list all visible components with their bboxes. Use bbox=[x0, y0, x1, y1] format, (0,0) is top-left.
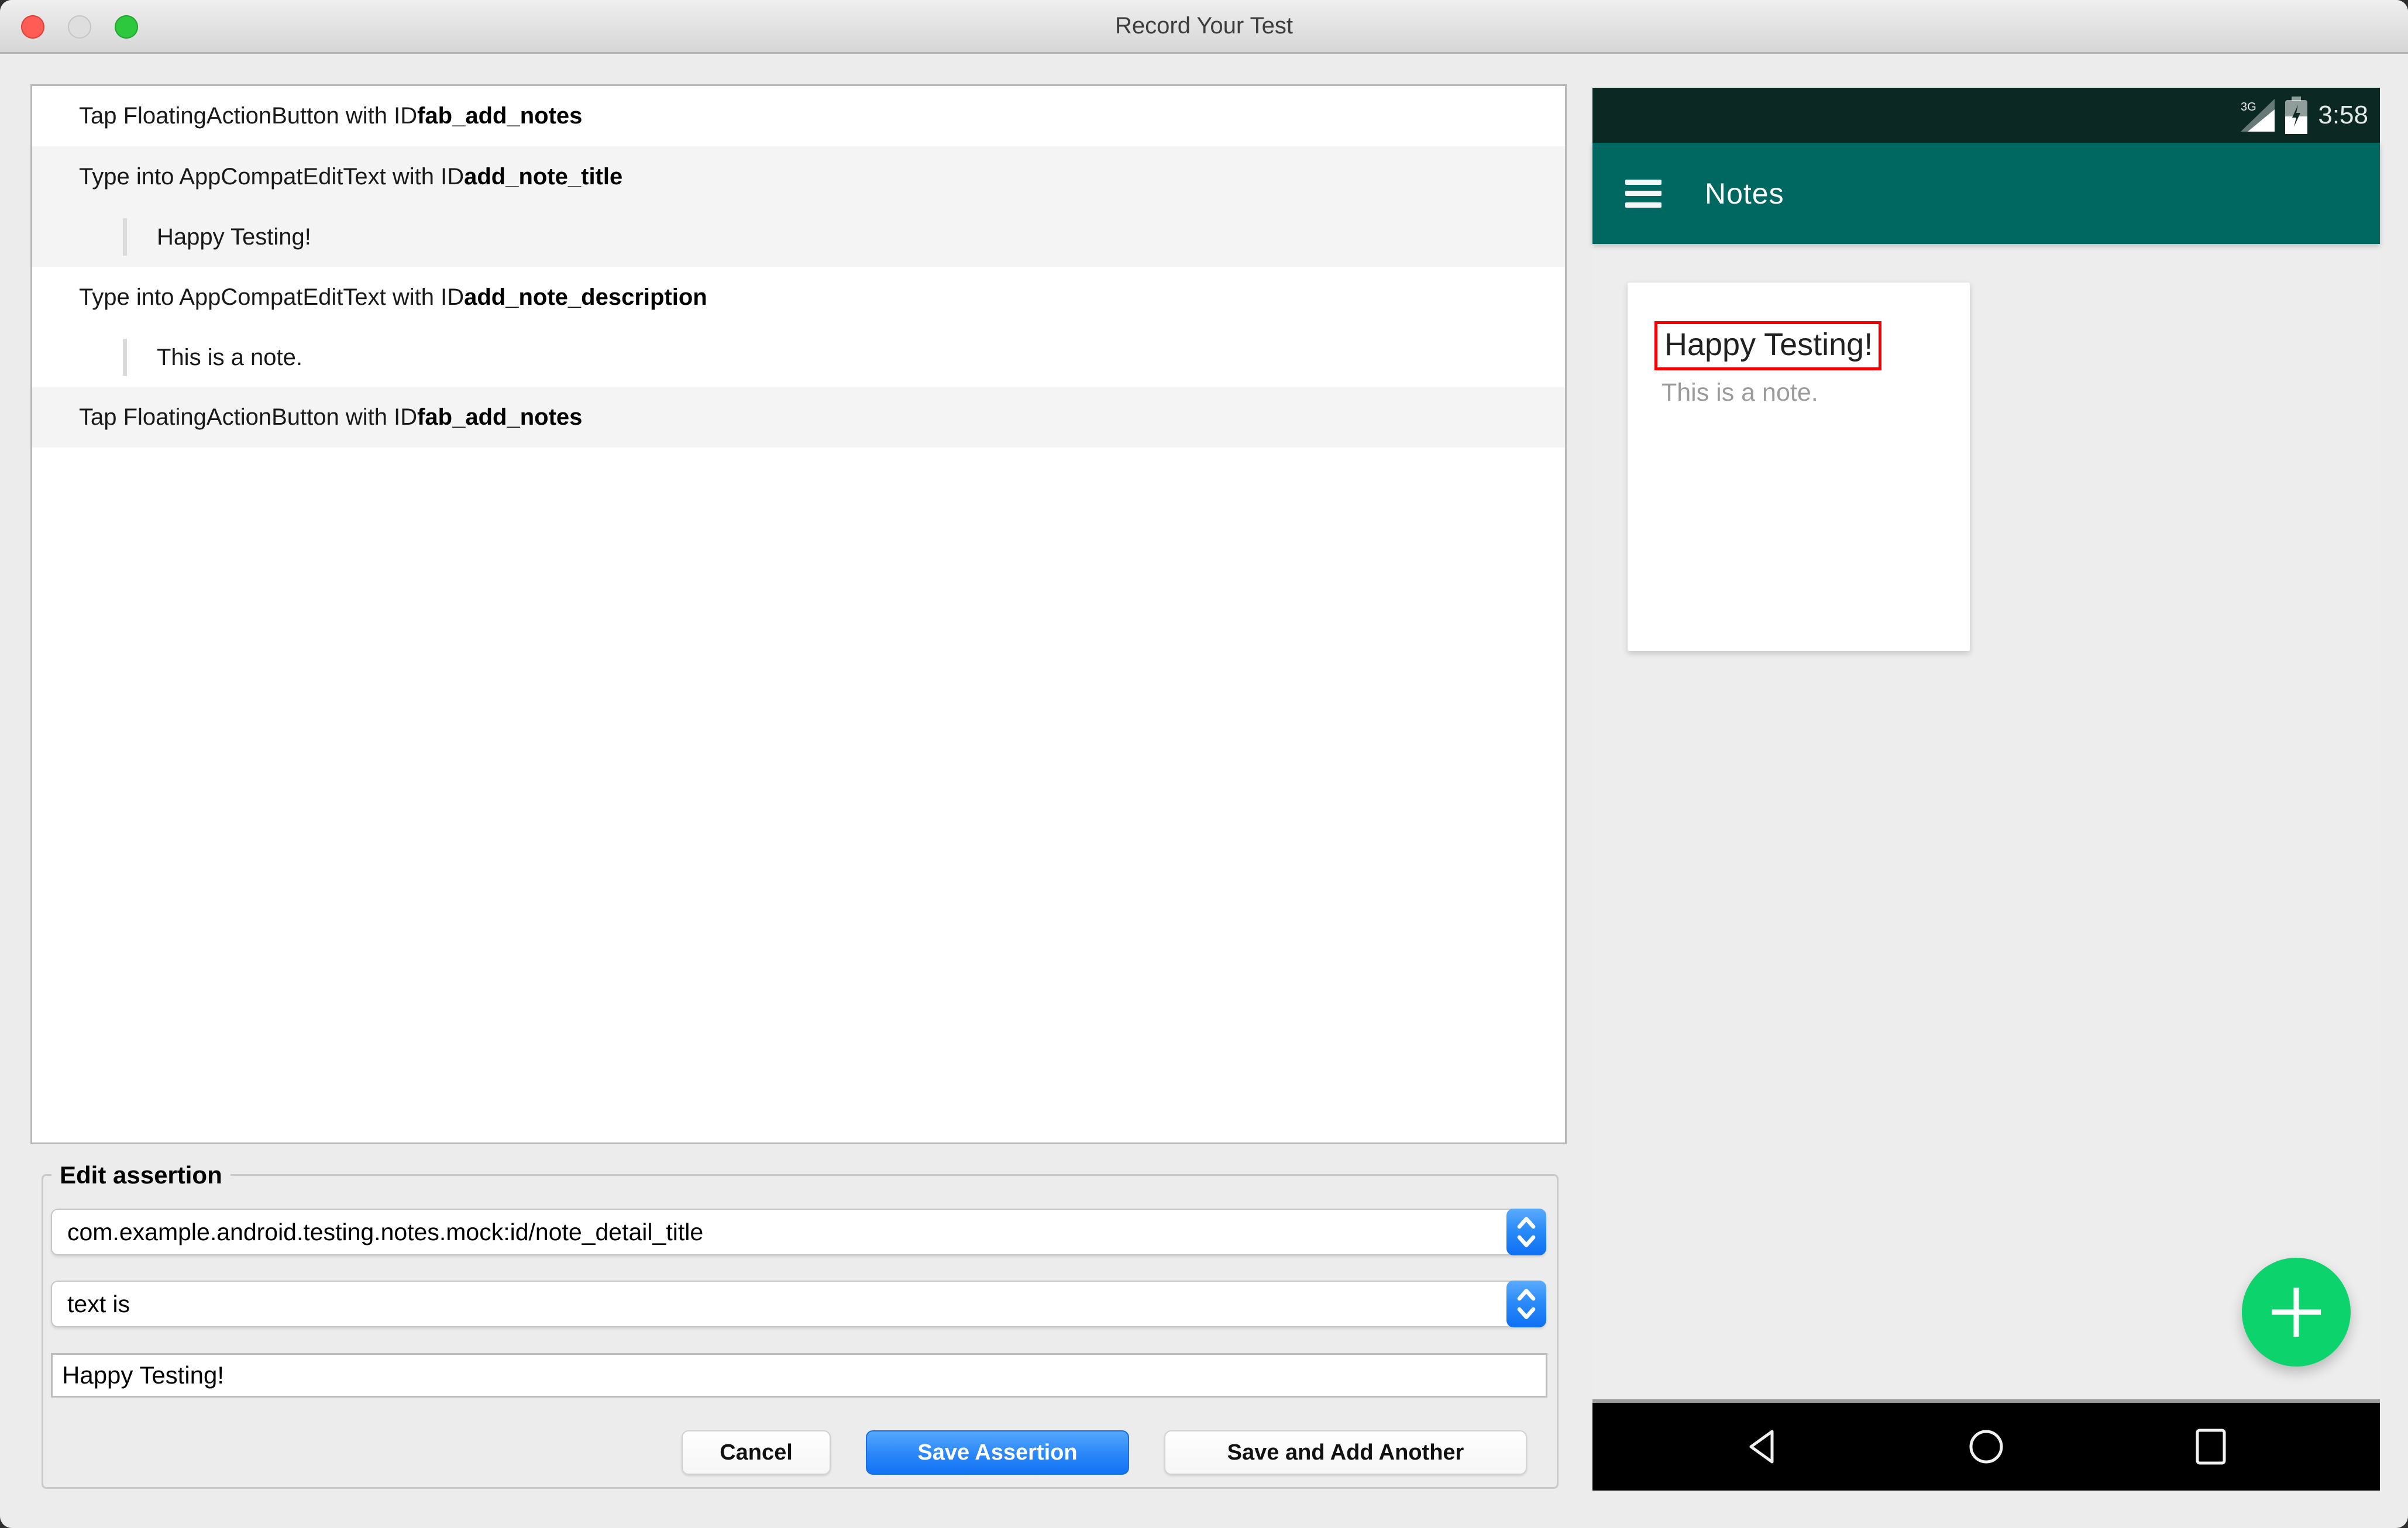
add-note-fab plus-icon[interactable] bbox=[2242, 1258, 2351, 1367]
indent-bar bbox=[123, 339, 127, 376]
cancel-button[interactable]: Cancel bbox=[682, 1430, 831, 1475]
recorded-actions-list: Tap FloatingActionButton with ID fab_add… bbox=[30, 84, 1567, 1144]
android-status-bar: 3G 3:58 bbox=[1592, 88, 2380, 143]
nav-back-icon[interactable] bbox=[1743, 1426, 1780, 1467]
hamburger-menu-icon[interactable] bbox=[1625, 179, 1661, 208]
assertion-view-id-value: com.example.android.testing.notes.mock:i… bbox=[67, 1218, 704, 1245]
list-item[interactable]: Tap FloatingActionButton with ID fab_add… bbox=[32, 86, 1565, 146]
android-app-bar: Notes bbox=[1592, 143, 2380, 244]
list-item[interactable]: Tap FloatingActionButton with ID fab_add… bbox=[32, 387, 1565, 448]
device-screen-capture: 3G 3:58 Notes Happy Testing! This is a n… bbox=[1592, 88, 2380, 1491]
assertion-type-value: text is bbox=[67, 1290, 130, 1317]
note-card[interactable]: Happy Testing! This is a note. bbox=[1628, 283, 1970, 651]
note-title: Happy Testing! bbox=[1664, 327, 1873, 362]
nav-recents-icon[interactable] bbox=[2192, 1426, 2230, 1467]
screenshot-stage: Record Your Test Tap FloatingActionButto… bbox=[0, 0, 2408, 1528]
android-nav-bar bbox=[1592, 1399, 2380, 1491]
chevron-up-down-icon bbox=[1517, 1217, 1536, 1247]
assertion-view-id-dropdown[interactable]: com.example.android.testing.notes.mock:i… bbox=[51, 1209, 1546, 1255]
action-text: Tap FloatingActionButton with ID bbox=[79, 404, 418, 430]
action-text: Type into AppCompatEditText with ID bbox=[79, 163, 465, 190]
save-and-add-another-button[interactable]: Save and Add Another bbox=[1164, 1430, 1527, 1475]
record-your-test-window: Record Your Test Tap FloatingActionButto… bbox=[0, 0, 2408, 1528]
assertion-value-input[interactable] bbox=[51, 1353, 1547, 1398]
note-description: This is a note. bbox=[1661, 378, 1818, 407]
svg-text:3G: 3G bbox=[2241, 101, 2256, 113]
window-title: Record Your Test bbox=[1115, 13, 1293, 39]
window-titlebar: Record Your Test bbox=[0, 0, 2408, 54]
typed-value: Happy Testing! bbox=[157, 223, 311, 250]
dropdown-stepper bbox=[1506, 1209, 1546, 1255]
save-assertion-button[interactable]: Save Assertion bbox=[866, 1430, 1129, 1475]
typed-value: This is a note. bbox=[157, 344, 303, 370]
chevron-up-down-icon bbox=[1517, 1289, 1536, 1319]
indent-bar bbox=[123, 218, 127, 256]
battery-charging-icon bbox=[2285, 97, 2308, 134]
action-target-id: fab_add_notes bbox=[417, 404, 583, 430]
status-clock: 3:58 bbox=[2318, 101, 2368, 129]
assertion-type-dropdown[interactable]: text is bbox=[51, 1281, 1546, 1327]
edit-assertion-legend: Edit assertion bbox=[51, 1159, 231, 1191]
action-target-id: fab_add_notes bbox=[417, 103, 583, 129]
edit-assertion-group: Edit assertion com.example.android.testi… bbox=[42, 1159, 1559, 1489]
dropdown-stepper bbox=[1506, 1281, 1546, 1327]
action-target-id: add_note_description bbox=[464, 284, 707, 310]
list-item[interactable]: Type into AppCompatEditText with ID add_… bbox=[32, 146, 1565, 267]
app-bar-title: Notes bbox=[1705, 177, 1784, 210]
signal-3g-icon: 3G bbox=[2241, 99, 2275, 132]
action-target-id: add_note_title bbox=[464, 163, 623, 190]
list-item[interactable]: Type into AppCompatEditText with ID add_… bbox=[32, 267, 1565, 387]
action-text: Type into AppCompatEditText with ID bbox=[79, 284, 465, 310]
nav-home-icon[interactable] bbox=[1967, 1426, 2005, 1467]
selected-element-highlight[interactable]: Happy Testing! bbox=[1654, 321, 1882, 370]
action-text: Tap FloatingActionButton with ID bbox=[79, 103, 418, 129]
